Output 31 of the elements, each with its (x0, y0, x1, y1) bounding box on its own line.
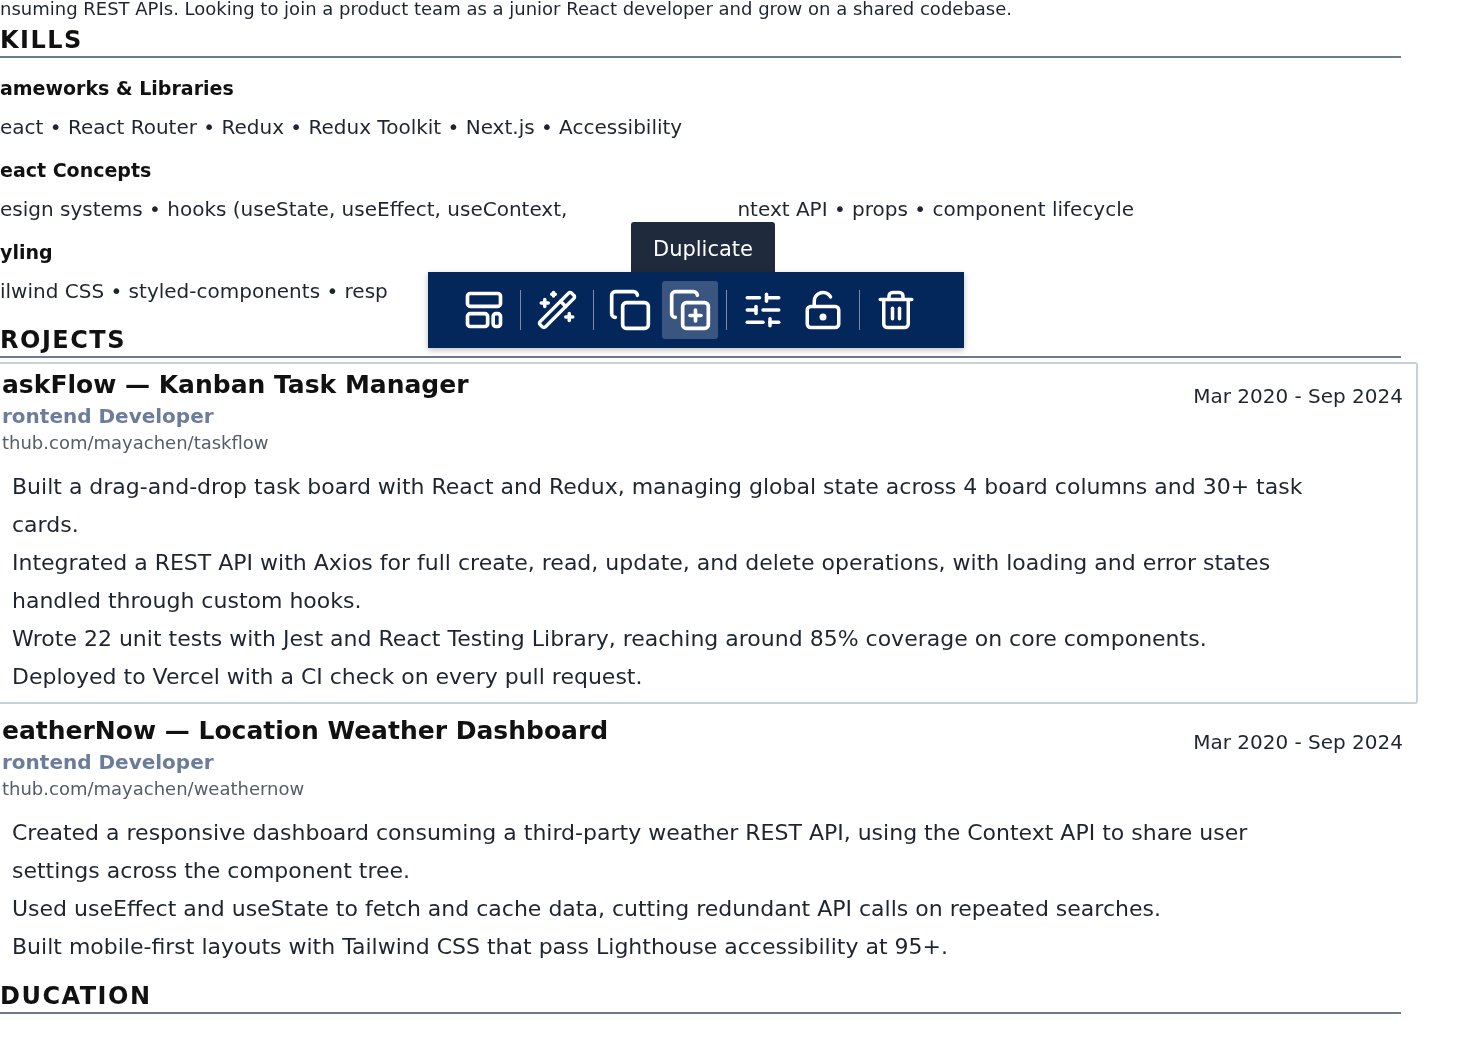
section-heading: ROJECTS (0, 326, 127, 354)
project-link[interactable]: thub.com/mayachen/taskflow (2, 430, 269, 456)
project-title: eatherNow — Location Weather Dashboard (2, 716, 609, 747)
summary-text: nsuming REST APIs. Looking to join a product team as a junior React developer and grow on a shared codebase. (0, 0, 1013, 20)
project-link[interactable]: thub.com/mayachen/weathernow (2, 776, 305, 802)
project-bullet: Deployed to Vercel with a CI check on every pull request. (11, 663, 644, 691)
duplicate-button[interactable] (662, 281, 718, 339)
skill-group-title: yling (0, 240, 53, 264)
project-bullet: Integrated a REST API with Axios for full create, read, update, and delete operations, with loading and error states handled through custom hooks. (11, 549, 1272, 615)
skill-list: ilwind CSS • styled-components • resp (0, 278, 388, 304)
project-bullet: Built mobile-first layouts with Tailwind CSS that pass Lighthouse accessibility at 95+. (11, 933, 949, 961)
magic-wand-icon (536, 289, 578, 331)
project-bullet: Created a responsive dashboard consuming a third-party weather REST API, using the Context API to share user settings across the component tree. (11, 819, 1249, 885)
project-bullet: Used useEffect and useState to fetch and cache data, cutting redundant API calls on repeated searches. (11, 895, 1162, 923)
section-heading: DUCATION (0, 982, 153, 1010)
project-dates: Mar 2020 - Sep 2024 (1193, 383, 1403, 408)
section-heading: KILLS (0, 26, 84, 54)
project-bullet: Wrote 22 unit tests with Jest and React Testing Library, reaching around 85% coverage on core components. (11, 625, 1208, 653)
tooltip: Duplicate (631, 222, 775, 275)
copy-plus-icon (668, 288, 712, 332)
project-role: rontend Developer (2, 749, 215, 776)
project-dates: Mar 2020 - Sep 2024 (1193, 729, 1403, 754)
copy-icon (608, 288, 652, 332)
skill-list: esign systems • hooks (useState, useEffect, useContext, (0, 196, 568, 222)
skill-list: ntext API • props • component lifecycle (737, 196, 1135, 222)
project-role: rontend Developer (2, 403, 215, 430)
project-title: askFlow — Kanban Task Manager (2, 370, 469, 401)
skill-group-title: ameworks & Libraries (0, 76, 234, 100)
skill-group-title: eact Concepts (0, 158, 152, 182)
skill-list: eact • React Router • Redux • Redux Toolkit • Next.js • Accessibility (0, 114, 683, 140)
project-bullet: Built a drag-and-drop task board with React and Redux, managing global state across 4 board columns and 30+ task cards. (11, 473, 1304, 539)
